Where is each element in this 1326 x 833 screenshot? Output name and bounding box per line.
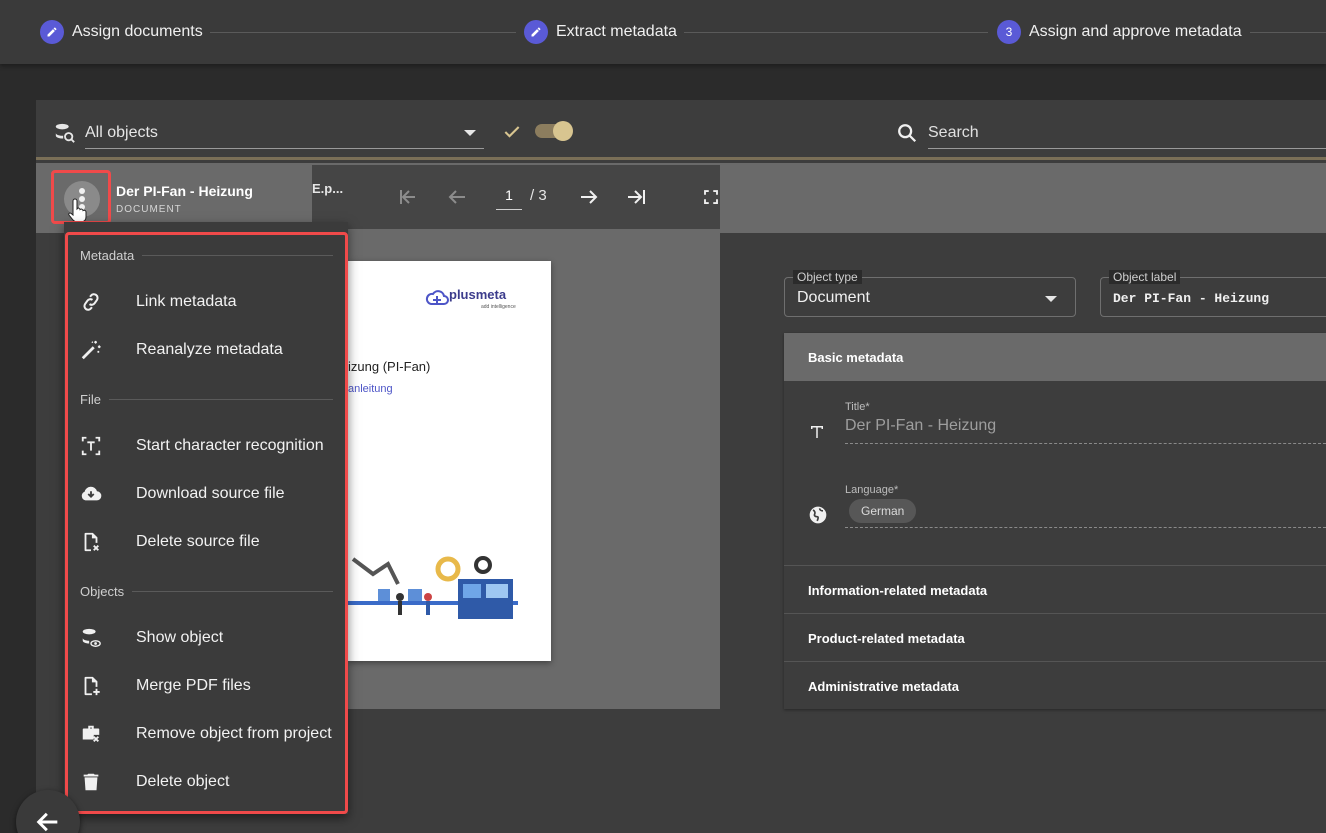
language-underline <box>845 527 1326 528</box>
database-search-icon <box>55 123 75 143</box>
language-chip[interactable]: German <box>849 499 917 523</box>
product-metadata-header[interactable]: Product-related metadata <box>784 613 1326 661</box>
object-label-label: Object label <box>1109 270 1181 284</box>
prev-page-icon[interactable] <box>445 185 469 209</box>
pdf-brand-sub: add intelligence <box>481 304 516 310</box>
arrow-left-icon <box>36 812 58 832</box>
document-type: DOCUMENT <box>116 204 182 215</box>
text-title-icon <box>811 426 823 438</box>
pdf-viewer-toolbar: E.p... 1 / 3 <box>312 165 720 229</box>
step-label: Assign documents <box>72 23 203 40</box>
step-number: 3 <box>997 20 1021 44</box>
pencil-icon <box>524 20 548 44</box>
menu-highlight <box>65 232 348 814</box>
fullscreen-icon[interactable] <box>702 188 720 206</box>
pdf-page: plusmeta add intelligence izung (PI-Fan)… <box>348 261 551 661</box>
title-label: Title* <box>845 401 870 413</box>
document-title: Der PI-Fan - Heizung <box>116 183 253 199</box>
toggle-knob <box>553 121 573 141</box>
step-label: Assign and approve metadata <box>1029 23 1242 40</box>
step-connector <box>210 32 516 33</box>
object-type-value: Document <box>797 289 870 306</box>
factory-illustration-icon <box>348 556 518 619</box>
object-label-value: Der PI-Fan - Heizung <box>1113 291 1270 306</box>
title-value[interactable]: Der PI-Fan - Heizung <box>845 417 996 435</box>
language-label: Language* <box>845 484 899 496</box>
step-connector <box>1250 32 1326 33</box>
pdf-page-count: / 3 <box>530 187 547 204</box>
last-page-icon[interactable] <box>625 185 649 209</box>
pdf-canvas[interactable]: plusmeta add intelligence izung (PI-Fan)… <box>312 229 720 709</box>
next-page-icon[interactable] <box>577 185 601 209</box>
object-label-field[interactable]: Object label Der PI-Fan - Heizung <box>1100 270 1326 317</box>
step-assign-documents[interactable]: Assign documents <box>40 20 203 44</box>
information-metadata-header[interactable]: Information-related metadata <box>784 565 1326 613</box>
object-type-label: Object type <box>793 270 862 284</box>
object-filter-select[interactable]: All objects <box>85 118 484 149</box>
pdf-page-input[interactable]: 1 <box>496 187 522 210</box>
object-toolbar: All objects Search <box>36 100 1326 160</box>
stepper: Assign documents Extract metadata 3 Assi… <box>0 0 1326 64</box>
metadata-accordion: Basic metadata Title* Der PI-Fan - Heizu… <box>784 333 1326 709</box>
pdf-subheading: anleitung <box>348 383 393 395</box>
basic-metadata-header[interactable]: Basic metadata <box>784 333 1326 381</box>
step-connector <box>684 32 988 33</box>
filter-toggle[interactable] <box>535 121 573 141</box>
pdf-brand: plusmeta <box>449 287 507 302</box>
first-page-icon[interactable] <box>396 185 420 209</box>
more-button-highlight <box>51 170 111 224</box>
object-filter-value: All objects <box>85 124 158 141</box>
pdf-file-name: E.p... <box>312 181 344 196</box>
search-input[interactable]: Search <box>928 118 1326 149</box>
search-icon <box>898 124 917 143</box>
object-type-select[interactable]: Object type Document <box>784 270 1076 317</box>
chevron-down-icon <box>1045 296 1057 302</box>
pdf-heading: izung (PI-Fan) <box>348 359 431 374</box>
basic-metadata-body: Title* Der PI-Fan - Heizung Language* Ge… <box>784 381 1326 565</box>
cloud-plus-logo-icon <box>425 290 449 305</box>
chevron-down-icon <box>464 130 476 136</box>
globe-icon <box>809 506 827 524</box>
title-underline <box>845 443 1326 444</box>
step-assign-approve-metadata[interactable]: 3 Assign and approve metadata <box>997 20 1242 44</box>
step-extract-metadata[interactable]: Extract metadata <box>524 20 677 44</box>
pencil-icon <box>40 20 64 44</box>
step-label: Extract metadata <box>556 23 677 40</box>
search-placeholder: Search <box>928 124 979 141</box>
check-icon[interactable] <box>502 122 522 142</box>
administrative-metadata-header[interactable]: Administrative metadata <box>784 661 1326 709</box>
